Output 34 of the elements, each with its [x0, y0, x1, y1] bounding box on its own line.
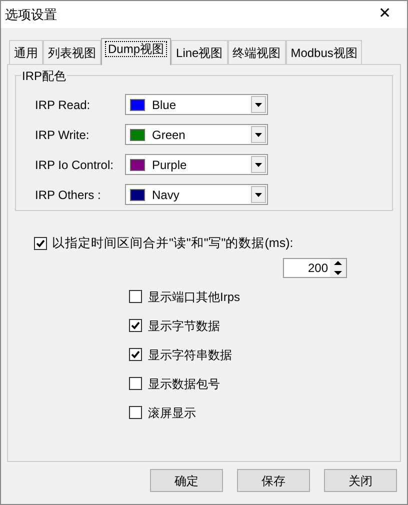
- checkbox-label: 显示字节数据: [148, 318, 220, 335]
- tab[interactable]: 通用: [9, 40, 43, 64]
- spinner-arrows-icon: [330, 258, 346, 277]
- color-dropdown[interactable]: Purple: [125, 154, 268, 175]
- tab[interactable]: Modbus视图: [286, 40, 362, 64]
- color-dropdown[interactable]: Navy: [125, 184, 268, 205]
- dialog-button[interactable]: 确定: [150, 469, 223, 492]
- field-label: IRP Read:: [35, 96, 92, 114]
- tab[interactable]: Line视图: [171, 40, 228, 64]
- checkbox[interactable]: [129, 348, 142, 362]
- checkbox-label: 滚屏显示: [148, 404, 196, 422]
- dialog-button[interactable]: 关闭: [324, 469, 397, 492]
- color-dropdown[interactable]: Blue: [125, 94, 268, 115]
- checkbox[interactable]: [129, 406, 142, 420]
- checkbox[interactable]: [129, 377, 142, 390]
- checkbox[interactable]: [129, 290, 142, 304]
- checkbox-label: 显示字符串数据: [148, 346, 232, 364]
- tab[interactable]: Dump视图: [101, 38, 172, 65]
- close-button[interactable]: ✕: [373, 3, 397, 26]
- checkbox[interactable]: [129, 319, 142, 332]
- checkbox-label: 显示端口其他Irps: [148, 288, 240, 306]
- field-label: IRP Others :: [35, 186, 102, 204]
- dialog-button[interactable]: 保存: [237, 469, 310, 492]
- color-dropdown[interactable]: Green: [125, 124, 268, 145]
- number-spinner[interactable]: 200: [283, 258, 347, 278]
- checkbox-label: 显示数据包号: [148, 376, 220, 393]
- tab[interactable]: 列表视图: [43, 40, 101, 64]
- tab[interactable]: 终端视图: [228, 40, 286, 64]
- window-title: 选项设置: [5, 6, 57, 24]
- checkbox[interactable]: [34, 236, 47, 250]
- field-label: IRP Write:: [35, 126, 90, 144]
- field-label: IRP Io Control:: [35, 156, 114, 174]
- group-title: IRP配色: [21, 67, 68, 85]
- checkbox-label: 以指定时间区间合并"读"和"写"的数据(ms):: [52, 235, 294, 252]
